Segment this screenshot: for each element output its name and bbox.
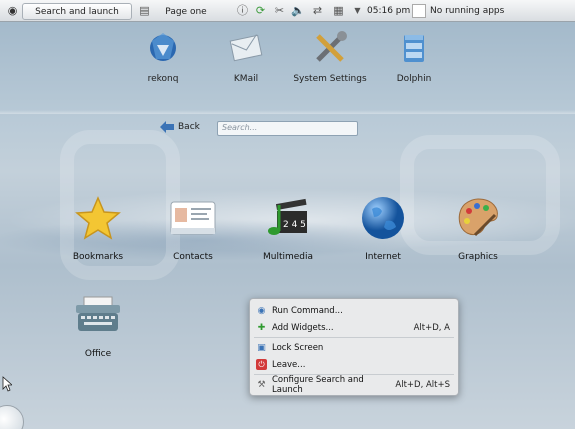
category-internet[interactable]: Internet <box>343 193 423 262</box>
contacts-card-icon <box>168 193 218 243</box>
system-settings-tools-icon <box>310 28 350 68</box>
graphics-palette-icon <box>453 193 503 243</box>
kmail-envelope-icon <box>226 28 266 68</box>
clipboard-scissors-icon[interactable]: ✂ <box>273 4 286 17</box>
internet-globe-icon <box>358 193 408 243</box>
page-one-button[interactable]: Page one <box>154 3 218 20</box>
back-arrow-icon <box>160 121 174 133</box>
menu-item-label: Leave... <box>272 359 306 370</box>
menu-item-shortcut: Alt+D, Alt+S <box>395 379 450 390</box>
category-label: Multimedia <box>262 252 314 262</box>
mouse-cursor-icon <box>2 376 14 395</box>
multimedia-clapper-icon: 2 4 5 <box>263 193 313 243</box>
desktop-toolbox-button[interactable] <box>0 405 24 429</box>
device-notifier-icon[interactable]: ▦ <box>332 4 345 17</box>
favorite-kmail[interactable]: KMail <box>201 28 291 84</box>
run-command-icon: ◉ <box>257 305 266 316</box>
menu-item-leave[interactable]: ⏻ Leave... <box>250 356 458 373</box>
menu-item-label: Run Command... <box>272 305 343 316</box>
category-label: Office <box>84 349 112 359</box>
svg-text:2 4 5: 2 4 5 <box>283 220 306 230</box>
favorite-label: Dolphin <box>396 74 432 84</box>
favorite-label: KMail <box>233 74 259 84</box>
favorite-label: System Settings <box>293 74 367 84</box>
menu-item-label: Lock Screen <box>272 342 324 353</box>
category-graphics[interactable]: Graphics <box>438 193 518 262</box>
back-label: Back <box>178 122 200 132</box>
favorite-system-settings[interactable]: System Settings <box>285 28 375 84</box>
category-label: Contacts <box>173 252 213 262</box>
favorite-dolphin[interactable]: Dolphin <box>369 28 459 84</box>
category-bookmarks[interactable]: Bookmarks <box>58 193 138 262</box>
kde-menu-icon[interactable]: ◉ <box>6 4 19 17</box>
dolphin-file-manager-icon <box>394 28 434 68</box>
context-menu: ◉ Run Command... ✚ Add Widgets... Alt+D,… <box>249 298 459 396</box>
volume-icon[interactable]: 🔈 <box>291 4 305 17</box>
search-and-launch-button[interactable]: Search and launch <box>22 3 132 20</box>
menu-item-label: Configure Search and Launch <box>272 374 364 395</box>
category-multimedia[interactable]: 2 4 5 Multimedia <box>248 193 328 262</box>
search-and-launch-label: Search and launch <box>35 6 119 17</box>
leave-icon: ⏻ <box>256 359 267 370</box>
update-icon[interactable]: ⟳ <box>254 4 267 17</box>
search-placeholder: Search... <box>222 123 258 132</box>
add-widgets-icon: ✚ <box>257 322 266 333</box>
menu-item-lock-screen[interactable]: ▣ Lock Screen <box>250 339 458 356</box>
network-icon[interactable]: ⇄ <box>311 4 324 17</box>
info-icon[interactable]: ⓘ <box>236 4 249 17</box>
category-label: Graphics <box>458 252 498 262</box>
rekonq-browser-icon <box>143 28 183 68</box>
configure-icon: ⚒ <box>257 379 266 390</box>
clock-text[interactable]: 05:16 pm <box>367 6 410 16</box>
category-label: Bookmarks <box>72 252 124 262</box>
category-office[interactable]: Office <box>58 290 138 359</box>
bookmarks-star-icon <box>73 193 123 243</box>
favorite-rekonq[interactable]: rekonq <box>118 28 208 84</box>
page-one-label: Page one <box>165 6 207 17</box>
menu-item-shortcut: Alt+D, A <box>413 322 450 333</box>
menu-item-label: Add Widgets... <box>272 322 334 333</box>
category-contacts[interactable]: Contacts <box>153 193 233 262</box>
search-input[interactable]: Search... <box>217 121 358 136</box>
category-label: Internet <box>365 252 401 262</box>
menu-separator <box>254 337 454 338</box>
expand-tray-icon[interactable]: ▼ <box>351 4 364 17</box>
menu-item-configure[interactable]: ⚒ Configure Search and Launch Alt+D, Alt… <box>250 374 458 395</box>
back-button[interactable]: Back <box>160 121 200 133</box>
menu-item-run-command[interactable]: ◉ Run Command... <box>250 302 458 319</box>
office-typewriter-icon <box>73 290 123 340</box>
favorite-label: rekonq <box>147 74 179 84</box>
menu-item-add-widgets[interactable]: ✚ Add Widgets... Alt+D, A <box>250 319 458 336</box>
no-running-apps-text: No running apps <box>430 6 505 16</box>
page-icon[interactable]: ▤ <box>138 4 151 17</box>
lock-screen-icon: ▣ <box>257 342 266 353</box>
top-panel: ◉ Search and launch ▤ Page one ⓘ ⟳ ✂ 🔈 ⇄… <box>0 0 575 22</box>
task-manager-icon <box>412 4 426 18</box>
